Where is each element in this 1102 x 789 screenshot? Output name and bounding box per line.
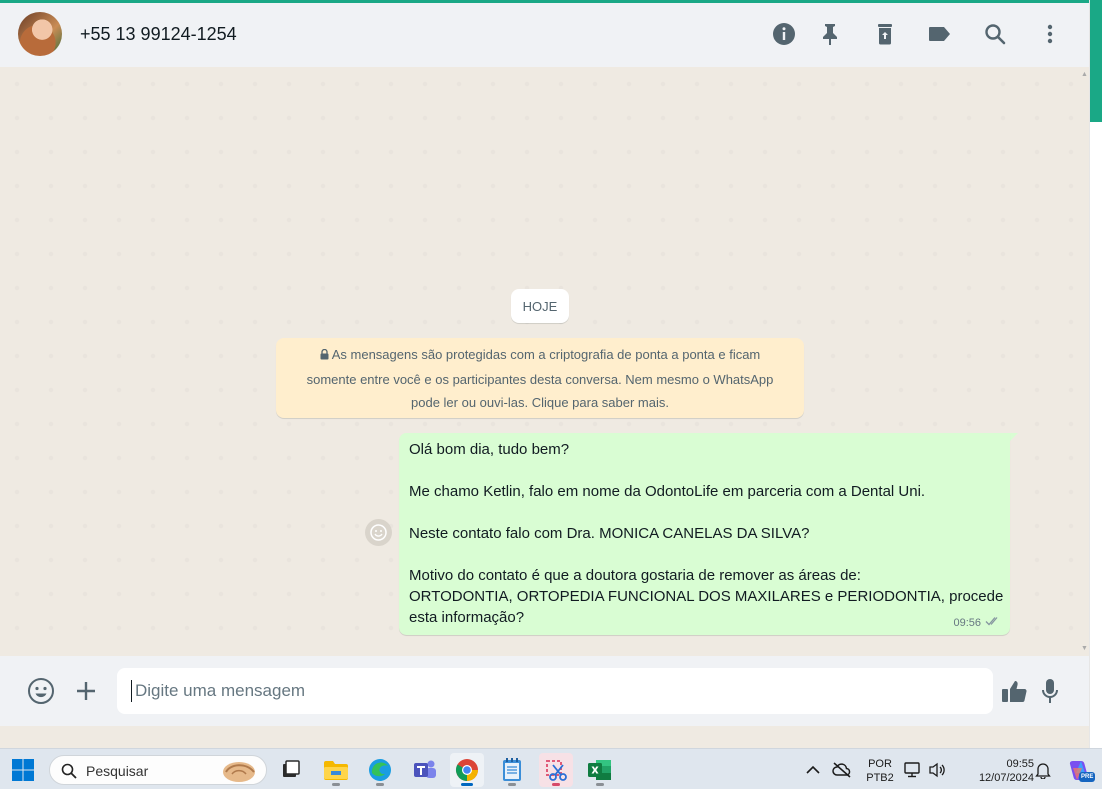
message-time: 09:56: [953, 616, 981, 629]
encryption-line-2: somente entre você e os participantes de…: [306, 371, 774, 387]
volume-icon[interactable]: [928, 753, 948, 787]
message-line: esta informação?: [409, 609, 525, 626]
running-indicator: [508, 783, 516, 786]
taskbar-search[interactable]: Pesquisar: [49, 755, 267, 785]
active-indicator: [461, 783, 473, 786]
shell-highlight-icon: [223, 762, 255, 782]
teams-icon[interactable]: [408, 753, 442, 787]
scroll-down-arrow[interactable]: ▼: [1081, 645, 1088, 652]
info-icon[interactable]: [770, 20, 798, 48]
label-icon[interactable]: [926, 20, 954, 48]
attach-plus-icon[interactable]: [71, 676, 101, 706]
lock-icon: [320, 344, 329, 368]
message-line: ORTODONTIA, ORTOPEDIA FUNCIONAL DOS MAXI…: [409, 588, 1004, 605]
message-meta: 09:56: [953, 616, 1001, 629]
side-scrollbar-accent: [1090, 0, 1102, 122]
scroll-up-arrow[interactable]: ▲: [1081, 71, 1088, 78]
chrome-browser-icon[interactable]: [450, 753, 484, 787]
react-emoji-button[interactable]: [365, 519, 392, 546]
copilot-preview-badge: PRE: [1079, 772, 1096, 782]
pin-icon[interactable]: [816, 20, 844, 48]
running-indicator: [596, 783, 604, 786]
network-icon[interactable]: [903, 753, 923, 787]
composer-bar: [0, 656, 1089, 726]
double-check-icon: [985, 616, 1001, 629]
message-line: Olá bom dia, tudo bem?: [409, 441, 570, 458]
contact-name[interactable]: +55 13 99124-1254: [80, 24, 237, 45]
snipping-tool-icon[interactable]: [539, 753, 573, 787]
file-explorer-icon[interactable]: [319, 753, 353, 787]
message-line: Neste contato falo com Dra. MONICA CANEL…: [409, 525, 810, 542]
copilot-icon[interactable]: PRE: [1063, 753, 1097, 787]
taskbar-search-icon: [61, 763, 77, 779]
contact-avatar[interactable]: [18, 12, 62, 56]
message-line: Motivo do contato é que a doutora gostar…: [409, 567, 861, 584]
message-line: Me chamo Ketlin, falo em nome da OdontoL…: [409, 483, 926, 500]
date-chip: HOJE: [511, 289, 569, 323]
emoji-icon[interactable]: [26, 676, 56, 706]
notification-bell-icon[interactable]: [1033, 753, 1053, 787]
language-indicator[interactable]: POR PTB2: [862, 757, 898, 785]
running-indicator: [332, 783, 340, 786]
encryption-line-1: As mensagens são protegidas com a cripto…: [290, 343, 790, 368]
windows-taskbar: Pesquisar POR PTB2 09:55 12/07/2024 PRE: [0, 748, 1102, 789]
windows-start-icon[interactable]: [6, 753, 40, 787]
chat-header: +55 13 99124-1254: [0, 3, 1089, 67]
encryption-notice[interactable]: As mensagens são protegidas com a cripto…: [276, 338, 804, 418]
notepad-icon[interactable]: [495, 753, 529, 787]
excel-icon[interactable]: [583, 753, 617, 787]
clock[interactable]: 09:55 12/07/2024: [960, 757, 1034, 785]
outgoing-message[interactable]: Olá bom dia, tudo bem? Me chamo Ketlin, …: [399, 433, 1010, 635]
text-caret: [131, 680, 132, 702]
taskbar-search-label: Pesquisar: [86, 763, 149, 779]
delete-icon[interactable]: [871, 20, 899, 48]
clock-time: 09:55: [1006, 758, 1034, 770]
running-indicator: [552, 783, 560, 786]
cloud-offline-icon[interactable]: [825, 753, 859, 787]
language-code: POR: [868, 758, 892, 770]
clock-date: 12/07/2024: [978, 772, 1034, 784]
thumbs-up-icon[interactable]: [1000, 676, 1030, 706]
running-indicator: [376, 783, 384, 786]
message-input[interactable]: [117, 668, 993, 714]
edge-browser-icon[interactable]: [363, 753, 397, 787]
menu-icon[interactable]: [1036, 20, 1064, 48]
task-view-icon[interactable]: [274, 753, 308, 787]
encryption-line-3: pode ler ou ouvi-las. Clique para saber …: [411, 395, 669, 410]
microphone-icon[interactable]: [1035, 676, 1065, 706]
keyboard-layout: PTB2: [866, 772, 894, 784]
search-icon[interactable]: [981, 20, 1009, 48]
